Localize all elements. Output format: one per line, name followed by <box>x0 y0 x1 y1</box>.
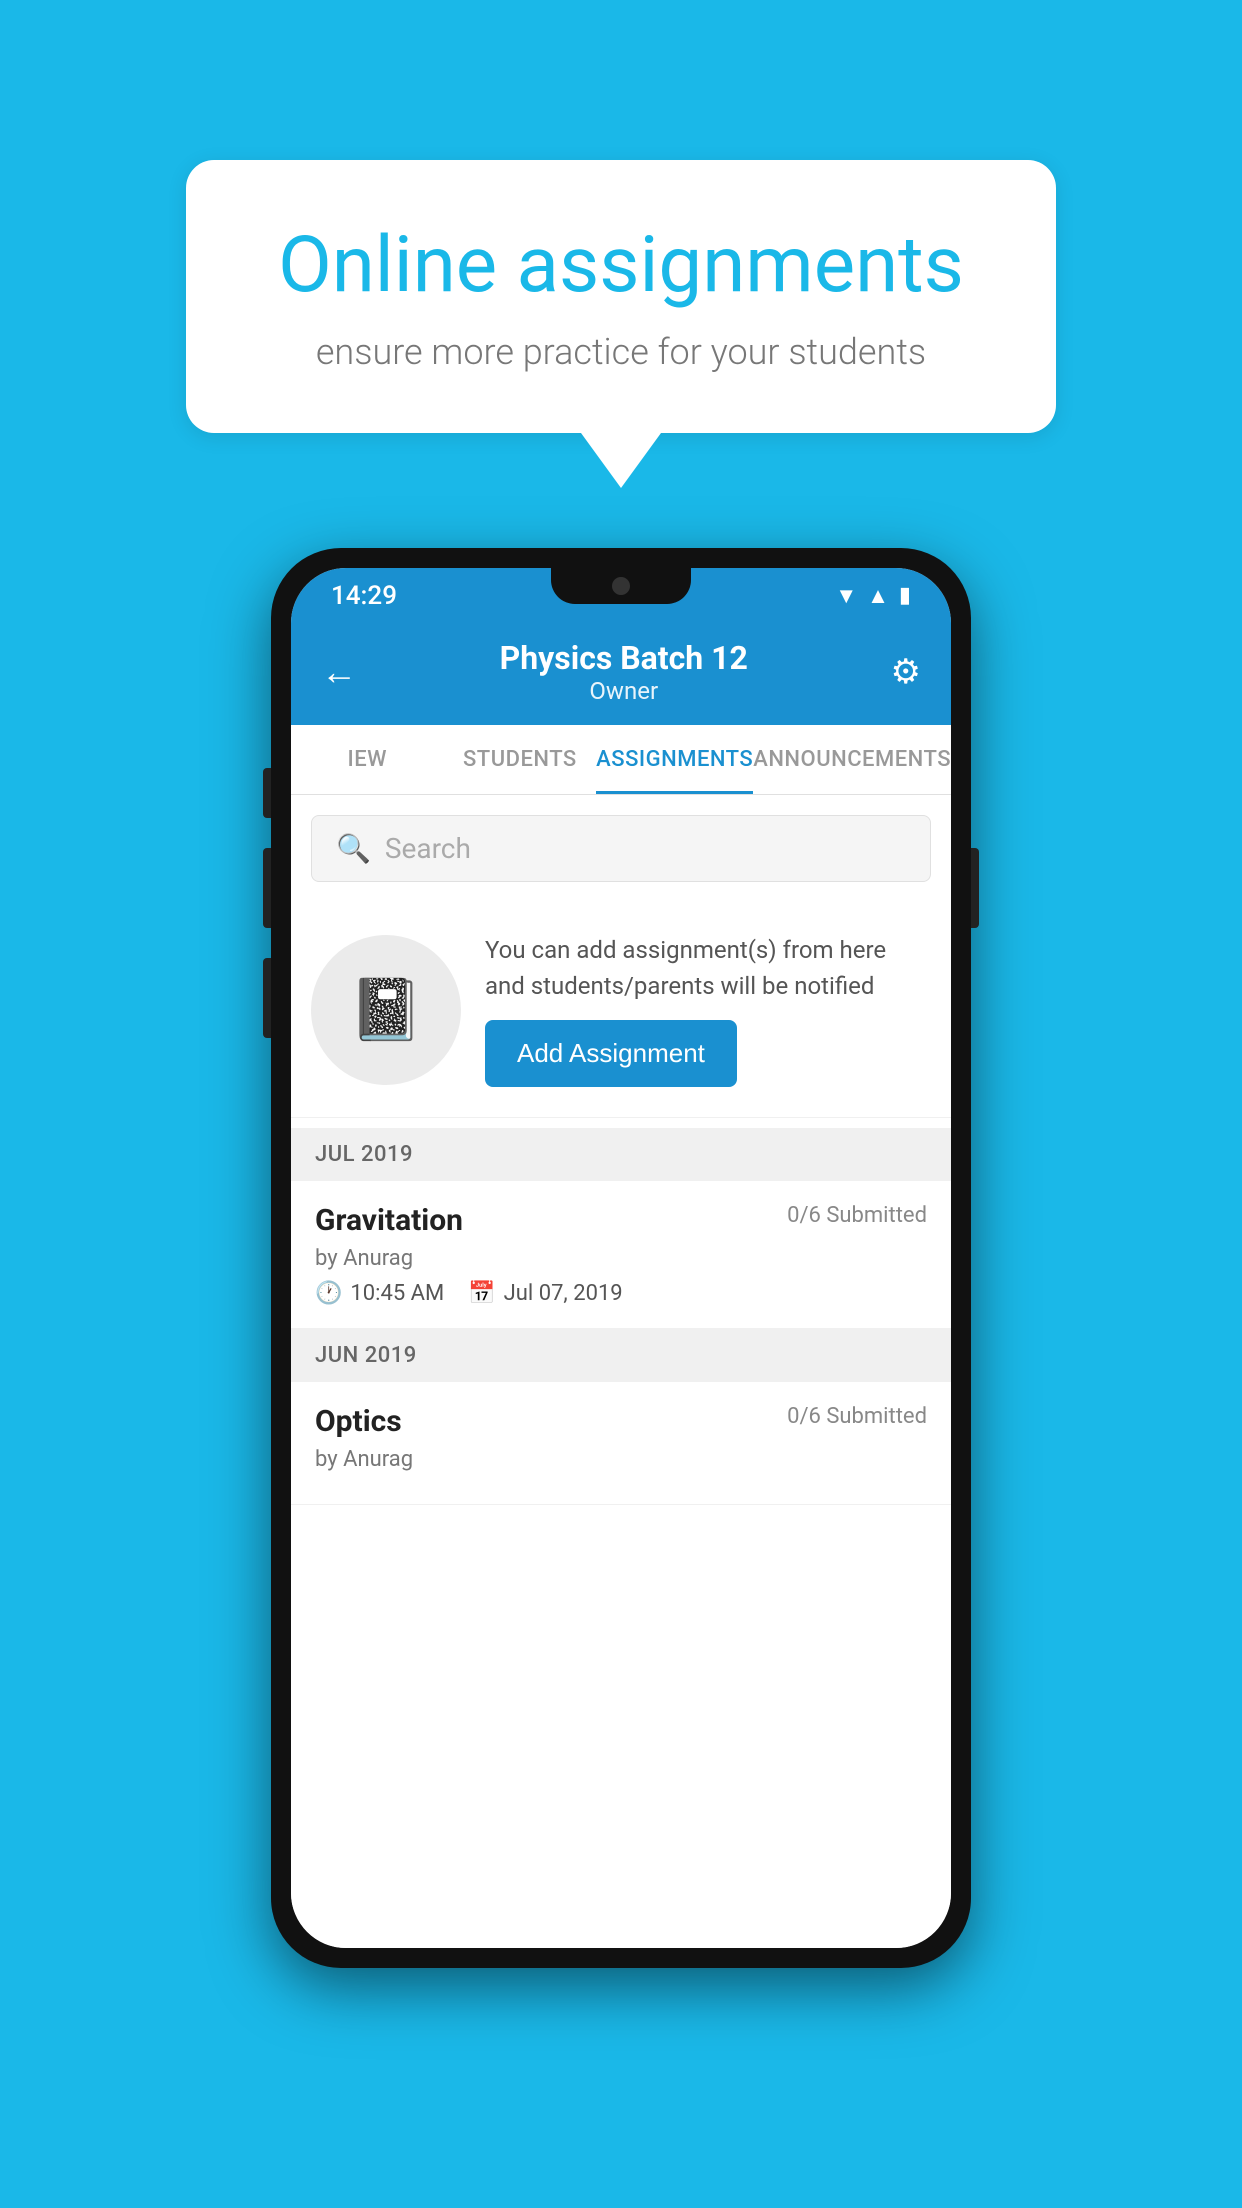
speech-bubble-container: Online assignments ensure more practice … <box>186 160 1056 488</box>
app-header: ← Physics Batch 12 Owner ⚙ <box>291 623 951 725</box>
section-header-jun: JUN 2019 <box>291 1329 951 1382</box>
tab-iew[interactable]: IEW <box>291 725 444 794</box>
wifi-icon: ▼ <box>835 583 857 609</box>
assignment-submitted-gravitation: 0/6 Submitted <box>787 1203 927 1228</box>
assignment-name-gravitation: Gravitation <box>315 1203 463 1238</box>
meta-date: 📅 Jul 07, 2019 <box>468 1281 622 1306</box>
assignment-submitted-optics: 0/6 Submitted <box>787 1404 927 1429</box>
tab-assignments[interactable]: ASSIGNMENTS <box>596 725 753 794</box>
add-assignment-button[interactable]: Add Assignment <box>485 1020 737 1087</box>
assignment-name-optics: Optics <box>315 1404 402 1439</box>
tab-announcements[interactable]: ANNOUNCEMENTS <box>753 725 951 794</box>
phone-camera <box>612 577 630 595</box>
assignment-item-gravitation[interactable]: Gravitation 0/6 Submitted by Anurag 🕐 10… <box>291 1181 951 1329</box>
assignment-time: 10:45 AM <box>350 1281 444 1306</box>
settings-button[interactable]: ⚙ <box>891 652 921 692</box>
search-placeholder: Search <box>385 832 471 865</box>
battery-icon: ▮ <box>899 583 911 608</box>
phone-side-button-right <box>971 848 979 928</box>
assignment-meta-gravitation: 🕐 10:45 AM 📅 Jul 07, 2019 <box>315 1281 927 1306</box>
empty-icon-circle: 📓 <box>311 935 461 1085</box>
empty-state-card: 📓 You can add assignment(s) from here an… <box>291 902 951 1118</box>
assignment-top-row-optics: Optics 0/6 Submitted <box>315 1404 927 1439</box>
status-time: 14:29 <box>331 581 397 611</box>
notebook-icon: 📓 <box>349 974 424 1045</box>
search-bar[interactable]: 🔍 Search <box>311 815 931 882</box>
section-header-jul: JUL 2019 <box>291 1128 951 1181</box>
phone-side-button-left-3 <box>263 958 271 1038</box>
search-icon: 🔍 <box>336 832 371 865</box>
phone-wrapper: 14:29 ▼ ▲ ▮ ← Physics Batch 12 Owner ⚙ <box>271 548 971 1968</box>
clock-icon: 🕐 <box>315 1281 342 1306</box>
speech-bubble-title: Online assignments <box>256 220 986 311</box>
speech-bubble: Online assignments ensure more practice … <box>186 160 1056 433</box>
header-title: Physics Batch 12 <box>500 639 748 677</box>
speech-bubble-tail <box>581 433 661 488</box>
assignment-author-gravitation: by Anurag <box>315 1246 927 1271</box>
assignment-top-row: Gravitation 0/6 Submitted <box>315 1203 927 1238</box>
phone-screen: 14:29 ▼ ▲ ▮ ← Physics Batch 12 Owner ⚙ <box>291 568 951 1948</box>
phone-side-button-left-1 <box>263 768 271 818</box>
meta-time: 🕐 10:45 AM <box>315 1281 444 1306</box>
back-button[interactable]: ← <box>321 651 357 693</box>
signal-icon: ▲ <box>867 583 889 609</box>
empty-text-group: You can add assignment(s) from here and … <box>485 932 931 1087</box>
phone-side-button-left-2 <box>263 848 271 928</box>
header-title-group: Physics Batch 12 Owner <box>500 639 748 705</box>
calendar-icon: 📅 <box>468 1281 495 1306</box>
tabs-bar: IEW STUDENTS ASSIGNMENTS ANNOUNCEMENTS <box>291 725 951 795</box>
tab-students[interactable]: STUDENTS <box>444 725 597 794</box>
speech-bubble-subtitle: ensure more practice for your students <box>256 331 986 373</box>
phone-frame: 14:29 ▼ ▲ ▮ ← Physics Batch 12 Owner ⚙ <box>271 548 971 1968</box>
assignment-item-optics[interactable]: Optics 0/6 Submitted by Anurag <box>291 1382 951 1505</box>
assignment-author-optics: by Anurag <box>315 1447 927 1472</box>
status-icons: ▼ ▲ ▮ <box>835 583 911 609</box>
phone-notch <box>551 568 691 604</box>
header-subtitle: Owner <box>500 677 748 705</box>
assignment-date: Jul 07, 2019 <box>504 1281 623 1306</box>
content-area: 🔍 Search 📓 You can add assignment(s) fro… <box>291 795 951 1948</box>
empty-description: You can add assignment(s) from here and … <box>485 932 931 1004</box>
